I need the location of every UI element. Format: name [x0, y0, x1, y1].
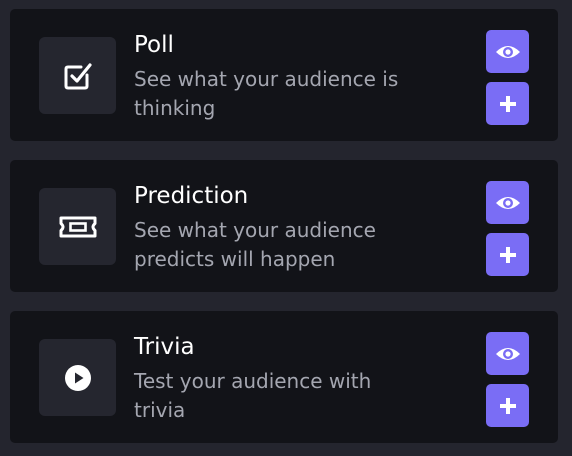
card-title: Trivia	[134, 334, 195, 360]
checkbox-icon	[64, 62, 92, 89]
widget-card-trivia: Trivia Test your audience with trivia	[10, 311, 558, 443]
plus-icon	[499, 246, 516, 263]
preview-button[interactable]	[486, 30, 529, 73]
card-description: See what your audience is thinking	[134, 67, 399, 120]
card-description: See what your audience predicts will hap…	[134, 218, 376, 271]
widget-card-poll: Poll See what your audience is thinking	[10, 9, 558, 141]
eye-icon	[495, 347, 520, 360]
add-button[interactable]	[486, 82, 529, 125]
widget-list: Poll See what your audience is thinking …	[0, 0, 572, 456]
card-title: Poll	[134, 32, 174, 58]
play-circle-icon	[64, 364, 91, 391]
card-title: Prediction	[134, 183, 249, 209]
eye-icon	[495, 196, 520, 209]
preview-button[interactable]	[486, 332, 529, 375]
ticket-icon	[59, 216, 96, 237]
plus-icon	[499, 95, 516, 112]
trivia-icon-tile	[39, 339, 116, 416]
plus-icon	[499, 397, 516, 414]
prediction-icon-tile	[39, 188, 116, 265]
add-button[interactable]	[486, 384, 529, 427]
eye-icon	[495, 45, 520, 58]
preview-button[interactable]	[486, 181, 529, 224]
widget-card-prediction: Prediction See what your audience predic…	[10, 160, 558, 292]
add-button[interactable]	[486, 233, 529, 276]
card-description: Test your audience with trivia	[134, 369, 372, 422]
poll-icon-tile	[39, 37, 116, 114]
